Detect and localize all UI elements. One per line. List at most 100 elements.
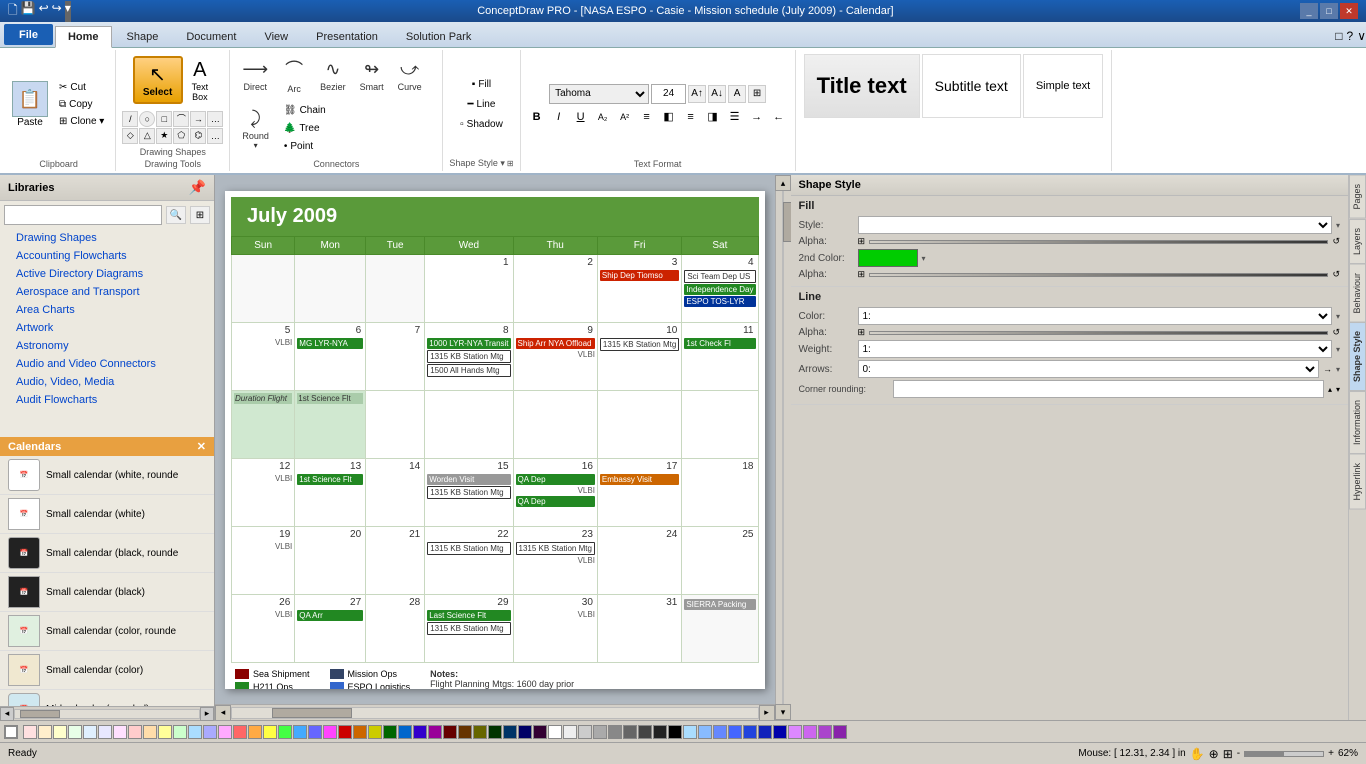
ribbon-extra2[interactable]: ? [1347, 29, 1354, 43]
cal-cell-1-4[interactable]: 9Ship Arr NYA OffloadVLBI [513, 322, 597, 390]
swatch-28[interactable] [443, 725, 457, 739]
swatch-17[interactable] [278, 725, 292, 739]
zoom-in-icon[interactable]: + [1328, 748, 1334, 759]
event-1-3-0[interactable]: 1000 LYR-NYA Transit [427, 338, 510, 349]
swatch-12[interactable] [203, 725, 217, 739]
font-color[interactable]: A [728, 85, 746, 103]
swatch-15[interactable] [248, 725, 262, 739]
icon-save[interactable]: 💾 [21, 1, 36, 22]
corner-up[interactable]: ▴ [1328, 385, 1332, 394]
swatch-p4[interactable] [833, 725, 847, 739]
round-button[interactable]: ⤸ Round ▾ [236, 104, 275, 154]
swatch-p1[interactable] [788, 725, 802, 739]
style-dropdown-arrow[interactable]: ▾ [1336, 221, 1340, 230]
cal-td-sci1[interactable]: 1st Science Flt [295, 390, 366, 458]
swatch-33[interactable] [518, 725, 532, 739]
shape-line[interactable]: / [122, 111, 138, 127]
shrink-font[interactable]: A↓ [708, 85, 726, 103]
align-right[interactable]: ◨ [703, 108, 723, 126]
smart-button[interactable]: ↬ Smart [354, 55, 390, 96]
underline-button[interactable]: U [571, 108, 591, 126]
round-dropdown[interactable]: ▾ [254, 141, 258, 150]
cal-cell-0-2[interactable] [366, 254, 425, 322]
swatch-16[interactable] [263, 725, 277, 739]
swatch-b5[interactable] [743, 725, 757, 739]
cal-item-0[interactable]: 📅 Small calendar (white, rounde [0, 456, 214, 495]
text-box-button[interactable]: A TextBox [187, 54, 214, 107]
italic-button[interactable]: I [549, 108, 569, 126]
sidebar-hthumb[interactable] [20, 710, 60, 718]
cal-cell-0-4[interactable]: 2 [513, 254, 597, 322]
tab-layers[interactable]: Layers [1349, 219, 1366, 264]
swatch-9[interactable] [158, 725, 172, 739]
tab-shape-style[interactable]: Shape Style [1349, 322, 1366, 391]
paste-button[interactable]: 📋 Paste [8, 76, 52, 133]
swatch-24[interactable] [383, 725, 397, 739]
shape-style-expand[interactable]: ⊞ [507, 159, 514, 168]
event-1-5-0[interactable]: 1315 KB Station Mtg [600, 338, 679, 351]
swatch-10[interactable] [173, 725, 187, 739]
arrows-select[interactable]: 0: [858, 360, 1319, 378]
cal-cell-3-6[interactable]: 25 [682, 526, 758, 594]
swatch-34[interactable] [533, 725, 547, 739]
shape-arrow[interactable]: → [190, 111, 206, 127]
tab-pages[interactable]: Pages [1349, 175, 1366, 219]
swatch-3[interactable] [68, 725, 82, 739]
cal-cell-1-3[interactable]: 81000 LYR-NYA Transit1315 KB Station Mtg… [425, 322, 513, 390]
tab-presentation[interactable]: Presentation [303, 26, 391, 47]
font-size-input[interactable] [651, 84, 686, 104]
close-calendars[interactable]: ✕ [197, 440, 206, 453]
event-1-1-0[interactable]: MG LYR-NYA [297, 338, 363, 349]
swatch-25[interactable] [398, 725, 412, 739]
swatch-30[interactable] [473, 725, 487, 739]
cal-item-4[interactable]: 📅 Small calendar (color, rounde [0, 612, 214, 651]
simple-text-style[interactable]: Simple text [1023, 54, 1103, 118]
grow-font[interactable]: A↑ [688, 85, 706, 103]
cal-cell-4-0[interactable]: 26VLBI [232, 594, 295, 662]
swatch-14[interactable] [233, 725, 247, 739]
swatch-p2[interactable] [803, 725, 817, 739]
cal-cell-3-3[interactable]: 221315 KB Station Mtg [425, 526, 513, 594]
icon-redo[interactable]: ↪ [52, 1, 62, 22]
event-2-3-0[interactable]: Worden Visit [427, 474, 510, 485]
cal-cell-4-6[interactable]: SIERRA Packing [682, 594, 758, 662]
swatch-b3[interactable] [713, 725, 727, 739]
cal-cell-2-1[interactable]: 131st Science Flt [295, 458, 366, 526]
swatch-gray2[interactable] [578, 725, 592, 739]
swatch-22[interactable] [353, 725, 367, 739]
shape-penta[interactable]: ⬠ [173, 128, 189, 144]
icon-folder[interactable]: 🗋 [8, 1, 18, 22]
sidebar-item-audio-video[interactable]: Audio and Video Connectors [0, 355, 214, 373]
ribbon-extra1[interactable]: □ [1335, 29, 1342, 43]
cal-cell-3-0[interactable]: 19VLBI [232, 526, 295, 594]
sidebar-item-active-directory[interactable]: Active Directory Diagrams [0, 265, 214, 283]
cal-item-2[interactable]: 📅 Small calendar (black, rounde [0, 534, 214, 573]
event-4-3-0[interactable]: Last Science Flt [427, 610, 510, 621]
chain-button[interactable]: ⛓Chain [279, 102, 331, 119]
swatch-20[interactable] [323, 725, 337, 739]
swatch-gray3[interactable] [593, 725, 607, 739]
tree-button[interactable]: 🌲Tree [279, 120, 331, 137]
cal-cell-3-5[interactable]: 24 [597, 526, 681, 594]
shape-diamond[interactable]: ◇ [122, 128, 138, 144]
hand-icon[interactable]: ✋ [1190, 747, 1205, 761]
line-color-arrow[interactable]: ▾ [1336, 312, 1340, 321]
vscroll-thumb[interactable] [783, 202, 791, 242]
shadow-button[interactable]: ▫Shadow [455, 116, 508, 133]
swatch-b4[interactable] [728, 725, 742, 739]
pin-icon[interactable]: 📌 [189, 179, 206, 196]
event-2-4-0[interactable]: QA Dep [516, 474, 595, 485]
shape-more[interactable]: … [207, 111, 223, 127]
sidebar-item-area-charts[interactable]: Area Charts [0, 301, 214, 319]
cal-cell-0-1[interactable] [295, 254, 366, 322]
event-0-5-0[interactable]: Ship Dep Tiomso [600, 270, 679, 281]
sidebar-item-aerospace[interactable]: Aerospace and Transport [0, 283, 214, 301]
weight-select[interactable]: 1: [858, 340, 1332, 358]
swatch-19[interactable] [308, 725, 322, 739]
tab-hyperlink[interactable]: Hyperlink [1349, 454, 1366, 510]
bullets[interactable]: ≡ [637, 108, 657, 126]
shape-rect[interactable]: □ [156, 111, 172, 127]
event-1-3-1[interactable]: 1315 KB Station Mtg [427, 350, 510, 363]
swatch-4[interactable] [83, 725, 97, 739]
cal-cell-4-1[interactable]: 27QA Arr [295, 594, 366, 662]
